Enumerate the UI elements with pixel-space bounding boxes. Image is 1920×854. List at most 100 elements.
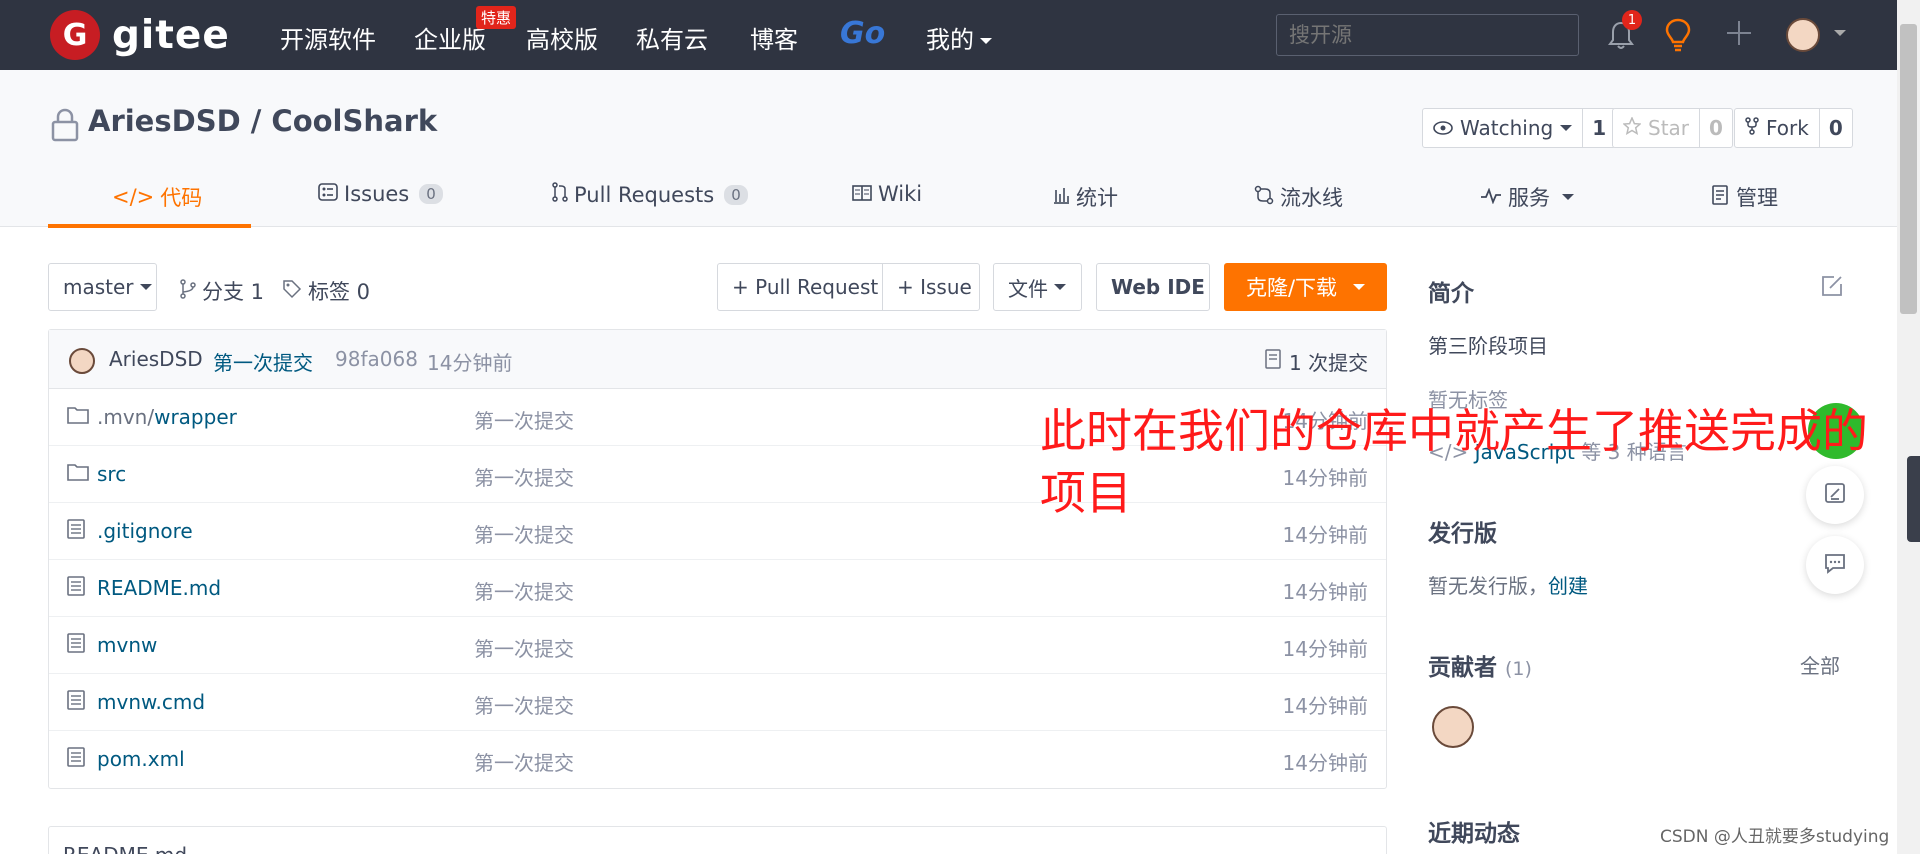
- file-name-link[interactable]: mvnw: [97, 633, 157, 657]
- new-issue-button[interactable]: + Issue: [882, 263, 980, 311]
- watching-button[interactable]: Watching 1: [1422, 108, 1617, 148]
- chevron-down-icon: [980, 38, 992, 44]
- tab-wiki[interactable]: Wiki: [852, 182, 922, 206]
- release-info: 暂无发行版，创建: [1428, 570, 1588, 599]
- tab-issues-label: Issues: [344, 182, 410, 206]
- eye-icon: [1433, 116, 1453, 140]
- commit-message[interactable]: 第一次提交: [213, 347, 313, 376]
- watermark: CSDN @人丑就要多studying: [1660, 827, 1890, 847]
- tab-pull-requests-count: 0: [724, 184, 748, 205]
- tab-pull-requests[interactable]: Pull Requests 0: [552, 182, 748, 207]
- fork-count[interactable]: 0: [1820, 109, 1852, 147]
- table-row[interactable]: mvnw.cmd 第一次提交 14分钟前: [49, 674, 1386, 731]
- tab-code[interactable]: </> 代码: [112, 182, 202, 212]
- nav-university[interactable]: 高校版: [526, 20, 598, 55]
- file-name-link[interactable]: .mvn/wrapper: [97, 405, 237, 429]
- plus-icon[interactable]: [1724, 18, 1754, 52]
- nav-mine[interactable]: 我的: [926, 20, 992, 55]
- file-commit-message[interactable]: 第一次提交: [474, 405, 574, 434]
- file-name-text: wrapper: [154, 405, 237, 429]
- file-name-link[interactable]: README.md: [97, 576, 221, 600]
- tab-pipeline[interactable]: 流水线: [1254, 182, 1343, 212]
- new-pull-request-button[interactable]: + Pull Request: [717, 263, 883, 311]
- file-commit-message[interactable]: 第一次提交: [474, 747, 574, 776]
- file-commit-time: 14分钟前: [1282, 637, 1368, 661]
- tab-pipeline-label: 流水线: [1280, 186, 1343, 210]
- chevron-down-icon: [1054, 284, 1066, 290]
- contributors-title-text: 贡献者: [1428, 655, 1497, 681]
- star-label: Star: [1648, 116, 1690, 140]
- file-commit-message[interactable]: 第一次提交: [474, 576, 574, 605]
- chat-icon: [1823, 551, 1847, 579]
- notification-count-badge: 1: [1622, 10, 1642, 30]
- file-name-link[interactable]: pom.xml: [97, 747, 185, 771]
- table-row[interactable]: README.md 第一次提交 14分钟前: [49, 560, 1386, 617]
- file-name-link[interactable]: mvnw.cmd: [97, 690, 205, 714]
- pipeline-icon: [1254, 185, 1274, 210]
- nav-blog[interactable]: 博客: [750, 20, 798, 55]
- readme-title: README.md: [63, 843, 187, 854]
- tab-stats[interactable]: 统计: [1052, 182, 1118, 212]
- branches-link[interactable]: 分支 1: [180, 276, 264, 306]
- clone-download-button[interactable]: 克隆/下载: [1224, 263, 1387, 311]
- file-icon: [67, 576, 85, 601]
- star-button[interactable]: Star 0: [1612, 108, 1733, 148]
- all-contributors-link[interactable]: 全部: [1800, 650, 1840, 679]
- file-commit-time: 14分钟前: [1282, 694, 1368, 718]
- nav-open-source[interactable]: 开源软件: [280, 20, 376, 55]
- star-count[interactable]: 0: [1700, 109, 1732, 147]
- commits-icon: [1265, 349, 1281, 374]
- tab-manage-label: 管理: [1736, 186, 1778, 210]
- watching-count[interactable]: 1: [1583, 109, 1615, 147]
- gitee-logo-icon: G: [50, 10, 100, 60]
- repo-title[interactable]: AriesDSD / CoolShark: [88, 104, 437, 138]
- side-widget-handle[interactable]: [1907, 456, 1920, 542]
- scrollbar-thumb[interactable]: [1900, 24, 1917, 314]
- table-row[interactable]: pom.xml 第一次提交 14分钟前: [49, 731, 1386, 788]
- bar-chart-icon: [1052, 185, 1070, 209]
- tab-manage[interactable]: 管理: [1712, 182, 1778, 212]
- tab-services[interactable]: 服务: [1480, 182, 1574, 212]
- table-row[interactable]: mvnw 第一次提交 14分钟前: [49, 617, 1386, 674]
- nav-mine-label: 我的: [926, 26, 974, 54]
- gitee-logo[interactable]: G gitee: [50, 10, 230, 60]
- chevron-down-icon[interactable]: [1834, 30, 1846, 36]
- chevron-down-icon: [1562, 194, 1574, 200]
- readme-panel: README.md: [48, 826, 1387, 854]
- tags-link[interactable]: 标签 0: [282, 276, 370, 306]
- branch-selector[interactable]: master: [48, 263, 157, 311]
- file-icon: [67, 690, 85, 715]
- file-commit-message[interactable]: 第一次提交: [474, 462, 574, 491]
- file-name-link[interactable]: .gitignore: [97, 519, 193, 543]
- commit-count-label: 1 次提交: [1289, 351, 1369, 375]
- commit-hash[interactable]: 98fa068: [335, 347, 418, 371]
- commit-count-link[interactable]: 1 次提交: [1265, 347, 1368, 376]
- avatar[interactable]: [69, 348, 95, 374]
- chat-button[interactable]: [1806, 536, 1864, 594]
- create-release-link[interactable]: 创建: [1548, 574, 1588, 598]
- edit-icon[interactable]: [1820, 274, 1844, 302]
- file-commit-message[interactable]: 第一次提交: [474, 633, 574, 662]
- file-commit-message[interactable]: 第一次提交: [474, 690, 574, 719]
- nav-private-cloud[interactable]: 私有云: [636, 20, 708, 55]
- file-commit-message[interactable]: 第一次提交: [474, 519, 574, 548]
- no-release-text: 暂无发行版，: [1428, 574, 1548, 598]
- chevron-down-icon: [1353, 284, 1366, 290]
- repo-tabs: </> 代码 Issues 0 Pull Requests 0 Wiki 统计 …: [48, 170, 1848, 228]
- web-ide-button[interactable]: Web IDE: [1096, 263, 1210, 311]
- avatar[interactable]: [1432, 706, 1474, 748]
- nav-go[interactable]: Go: [840, 16, 885, 51]
- search-input[interactable]: [1276, 14, 1579, 56]
- contributors-title: 贡献者 (1): [1428, 648, 1532, 682]
- tab-issues[interactable]: Issues 0: [318, 182, 443, 206]
- file-name-link[interactable]: src: [97, 462, 126, 486]
- commit-author[interactable]: AriesDSD: [109, 347, 203, 371]
- tab-stats-label: 统计: [1076, 186, 1118, 210]
- file-list: AriesDSD 第一次提交 98fa068 14分钟前 1 次提交 .mvn/…: [48, 329, 1387, 789]
- tab-code-label: 代码: [160, 186, 203, 210]
- tag-icon: [282, 279, 302, 304]
- user-avatar[interactable]: [1786, 18, 1820, 52]
- lightbulb-icon[interactable]: [1664, 18, 1692, 56]
- fork-button[interactable]: Fork 0: [1734, 108, 1853, 148]
- file-menu-button[interactable]: 文件: [993, 263, 1082, 311]
